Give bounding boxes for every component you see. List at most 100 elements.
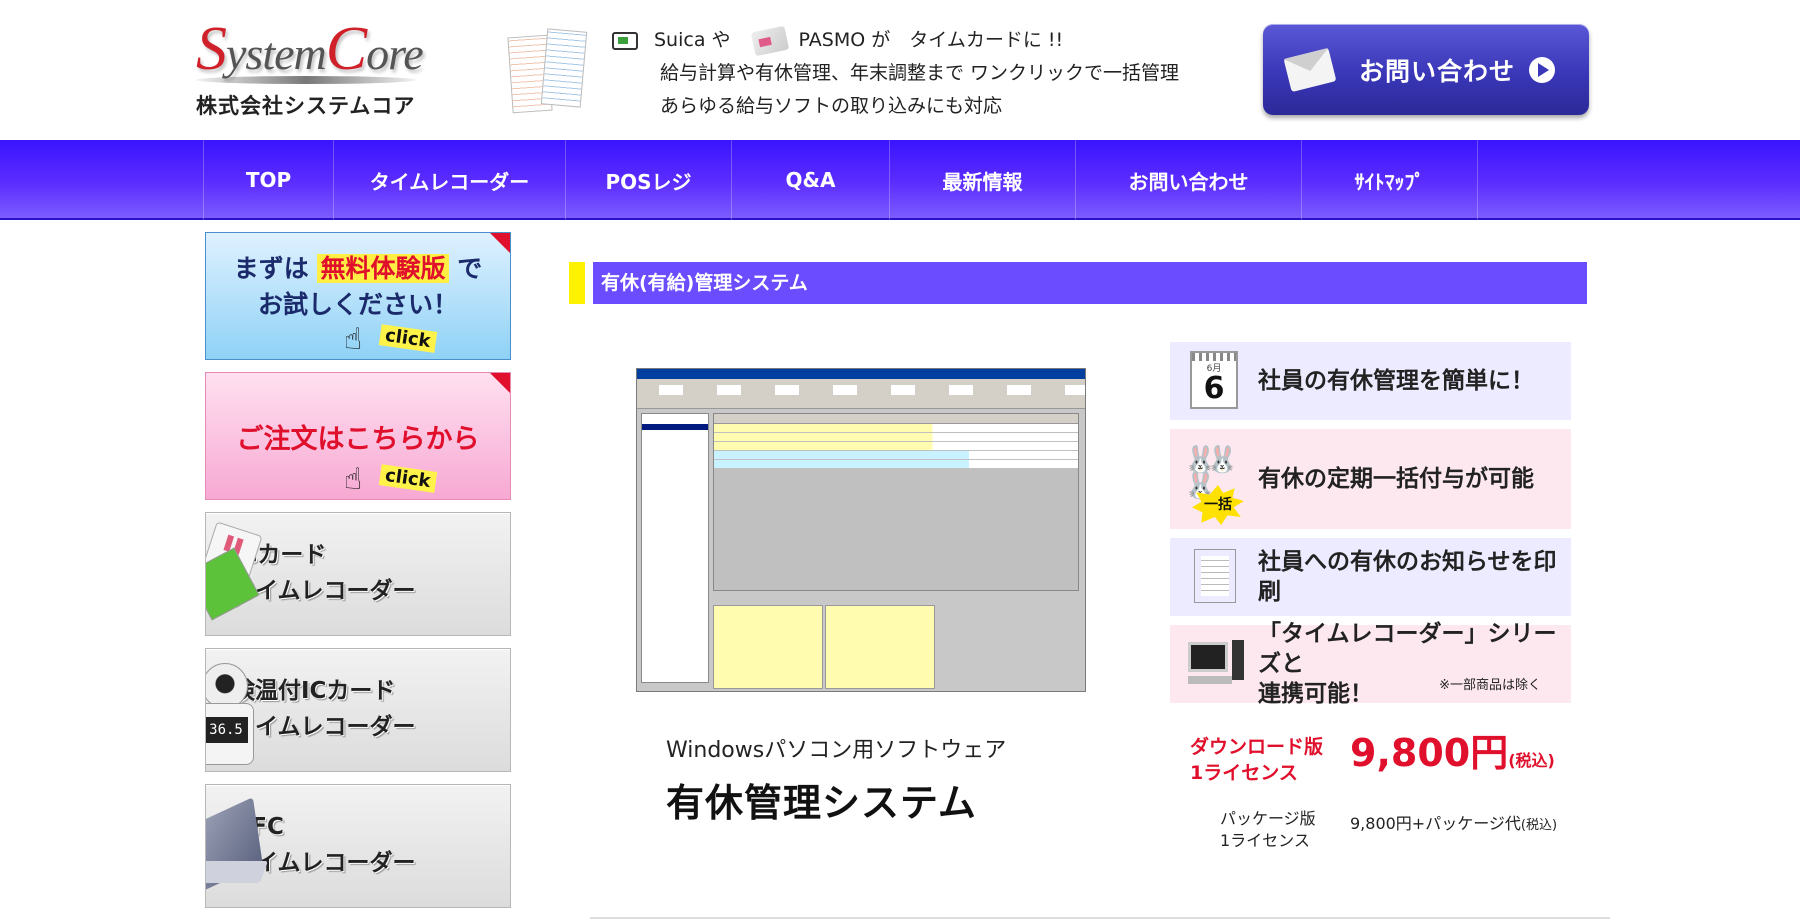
tagline-row-1: Suica や PASMO が タイムカードに !! <box>612 24 1179 57</box>
main-nav: TOP タイムレコーダー POSレジ Q&A 最新情報 お問い合わせ ｻｲﾄﾏｯﾌﾟ <box>0 140 1800 220</box>
trial-suffix: で <box>457 254 483 283</box>
nav-list: TOP タイムレコーダー POSレジ Q&A 最新情報 お問い合わせ ｻｲﾄﾏｯﾌﾟ <box>203 140 1478 220</box>
software-screenshot <box>636 368 1086 692</box>
feature-item: 🐰🐰🐰 一括 有休の定期一括付与が可能 <box>1170 429 1571 529</box>
section-title: 有休(有給)管理システム <box>569 262 1587 304</box>
timecards-image <box>507 28 590 114</box>
feature-text: 有休の定期一括付与が可能 <box>1258 466 1534 492</box>
play-arrow-icon <box>1529 56 1556 83</box>
feature-note: ※一部商品は除く <box>1439 678 1541 693</box>
nav-sitemap[interactable]: ｻｲﾄﾏｯﾌﾟ <box>1302 140 1478 220</box>
suica-card-icon <box>612 31 638 50</box>
nav-top[interactable]: TOP <box>204 140 334 220</box>
tagline-pasmo: PASMO が タイムカードに !! <box>798 29 1064 51</box>
order-text: ご注文はこちらから <box>236 424 480 455</box>
summary-panels <box>713 605 1079 689</box>
company-name: 株式会社システムコア <box>196 94 416 118</box>
trial-prefix: まずは <box>233 254 309 283</box>
tower <box>1232 640 1244 680</box>
window-titlebar <box>637 369 1085 379</box>
nav-time-recorder[interactable]: タイムレコーダー <box>334 140 566 220</box>
caption-main: 有休管理システム <box>666 781 977 825</box>
nav-news[interactable]: 最新情報 <box>890 140 1076 220</box>
timecard-blue <box>540 28 588 108</box>
grid-row <box>714 460 1078 468</box>
employee-list <box>641 413 709 683</box>
grid-row <box>714 451 1078 459</box>
summary-panel <box>825 605 935 689</box>
leave-grid <box>713 413 1079 591</box>
rabbits-icon: 🐰🐰🐰 一括 <box>1184 447 1244 525</box>
grid-row <box>714 424 1078 432</box>
nav-qa[interactable]: Q&A <box>732 140 890 220</box>
corner-ribbon <box>490 373 510 393</box>
trial-line2: お試しください！ <box>257 290 458 319</box>
pointer-hand-icon: ☝ <box>344 322 363 357</box>
package-price-tax: (税込) <box>1520 818 1558 833</box>
feature-text: 「タイムレコーダー」シリーズと 連携可能！ <box>1258 619 1571 709</box>
package-label-1: パッケージ版 <box>1220 809 1316 828</box>
download-label: ダウンロード版 1ライセンス <box>1190 734 1350 786</box>
nfc-recorder-link[interactable]: NFC タイムレコーダー <box>205 784 511 908</box>
header-tagline: Suica や PASMO が タイムカードに !! 給与計算や有休管理、年末調… <box>612 24 1179 123</box>
calendar-day: 6 <box>1203 371 1225 406</box>
package-price-row: パッケージ版 1ライセンス 9,800円+パッケージ代(税込) <box>1190 808 1590 852</box>
keyboard <box>1188 676 1232 684</box>
computer-icon <box>1184 632 1244 696</box>
ic-card-recorder-link[interactable]: ICカード タイムレコーダー <box>205 512 511 636</box>
feature-item: 6月 6 社員の有休管理を簡単に！ <box>1170 342 1571 420</box>
free-trial-banner[interactable]: まずは 無料体験版 で お試しください！ ☝ click <box>205 232 511 360</box>
feature-item: 社員への有休のお知らせを印刷 <box>1170 538 1571 616</box>
sidebar: まずは 無料体験版 で お試しください！ ☝ click ご注文はこちらから ☝… <box>205 232 511 920</box>
package-price: 9,800円+パッケージ代(税込) <box>1350 810 1557 852</box>
contact-button-label: お問い合わせ <box>1359 56 1516 86</box>
summary-panel <box>713 605 823 689</box>
feature-text: 社員への有休のお知らせを印刷 <box>1258 549 1557 605</box>
calendar-rings <box>1192 353 1236 361</box>
grid-row <box>714 442 1078 450</box>
calendar: 6月 6 <box>1190 351 1238 409</box>
nfc-reader-icon <box>206 797 269 891</box>
download-price-tax: (税込) <box>1508 751 1555 770</box>
feature-list: 6月 6 社員の有休管理を簡単に！ 🐰🐰🐰 一括 有休の定期一括付与が可能 社員… <box>1170 342 1571 712</box>
envelope-icon <box>1283 47 1337 92</box>
pricing: ダウンロード版 1ライセンス 9,800円(税込) パッケージ版 1ライセンス … <box>1190 734 1590 852</box>
monitor <box>1188 642 1228 672</box>
package-label-2: 1ライセンス <box>1220 831 1310 850</box>
pointer-hand-icon: ☝ <box>344 462 363 497</box>
header-contact-button[interactable]: お問い合わせ <box>1263 24 1589 115</box>
grid-header <box>714 414 1078 424</box>
logo[interactable]: SystemCore 株式会社システムコア <box>196 18 456 118</box>
thermometer-icon: 36.5 <box>206 663 260 767</box>
calendar-icon: 6月 6 <box>1184 349 1244 413</box>
selected-row <box>642 424 708 430</box>
download-label-1: ダウンロード版 <box>1190 736 1324 758</box>
nav-contact[interactable]: お問い合わせ <box>1076 140 1302 220</box>
logo-wordmark: SystemCore <box>196 15 424 83</box>
nav-pos[interactable]: POSレジ <box>566 140 732 220</box>
document-icon <box>1184 545 1244 609</box>
download-price-value: 9,800円 <box>1350 731 1509 775</box>
site-header: SystemCore 株式会社システムコア Suica や PASMO が タイ… <box>0 0 1800 140</box>
trial-highlight: 無料体験版 <box>317 254 449 283</box>
section-title-text: 有休(有給)管理システム <box>593 262 1587 304</box>
order-banner[interactable]: ご注文はこちらから ☝ click <box>205 372 511 500</box>
corner-ribbon <box>490 233 510 253</box>
thermo-recorder-link[interactable]: 検温付ICカード タイムレコーダー 36.5 <box>205 648 511 772</box>
download-price: 9,800円(税込) <box>1350 734 1555 786</box>
package-label: パッケージ版 1ライセンス <box>1220 808 1350 852</box>
download-label-2: 1ライセンス <box>1190 762 1298 784</box>
tagline-row-3: あらゆる給与ソフトの取り込みにも対応 <box>660 95 1003 117</box>
free-trial-text: まずは 無料体験版 で お試しください！ <box>206 251 510 323</box>
title-marker <box>569 262 585 304</box>
package-price-value: 9,800円+パッケージ代 <box>1350 814 1521 833</box>
click-badge: click <box>378 324 437 353</box>
computer <box>1188 640 1244 684</box>
tagline-suica: Suica や <box>654 29 731 51</box>
window-toolbar <box>637 379 1085 409</box>
tagline-row-2: 給与計算や有休管理、年末調整まで ワンクリックで一括管理 <box>660 62 1180 84</box>
download-price-row: ダウンロード版 1ライセンス 9,800円(税込) <box>1190 734 1590 786</box>
feature-text: 社員の有休管理を簡単に！ <box>1258 368 1534 394</box>
nfc-base <box>206 861 269 883</box>
grid-row <box>714 433 1078 441</box>
